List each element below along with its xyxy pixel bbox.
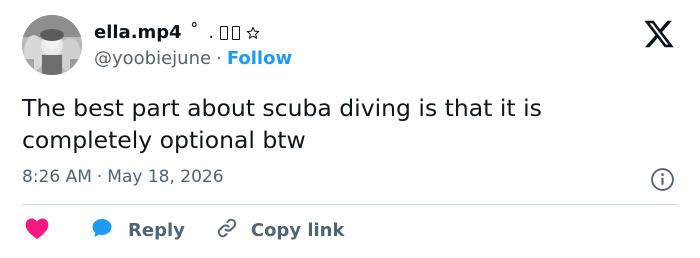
timestamp-separator: · [96,167,103,187]
heart-icon [24,216,50,244]
tweet-time: 8:26 AM [22,167,92,187]
tweet-timestamp[interactable]: 8:26 AM · May 18, 2026 [22,167,224,187]
author-handle[interactable]: @yoobiejune [94,48,211,69]
copy-link-button[interactable]: Copy link [215,216,345,244]
author-name-row: ella.mp4 ˚ . [94,22,260,43]
star-outline-icon [246,26,260,40]
avatar[interactable] [22,15,82,75]
unsupported-glyph-icon [232,25,241,40]
display-name[interactable]: ella.mp4 [94,22,182,43]
follow-button[interactable]: Follow [227,48,292,69]
like-button[interactable] [24,216,50,244]
handle-separator: · [216,48,222,69]
copy-link-label: Copy link [250,219,345,241]
reply-button[interactable]: Reply [90,216,185,244]
avatar-image [22,15,82,75]
divider [22,204,678,205]
action-bar: Reply Copy link [24,217,344,243]
x-logo-icon[interactable] [642,19,676,49]
name-decoration: ˚ . [189,22,217,43]
author-handle-row: @yoobiejune · Follow [94,48,292,69]
speech-bubble-icon [90,216,114,244]
reply-label: Reply [128,219,185,241]
tweet-text: The best part about scuba diving is that… [22,94,542,154]
unsupported-glyph-icon [220,25,229,40]
link-icon [215,216,239,244]
tweet-card: ella.mp4 ˚ . @yoobiejune · Follow The best… [0,0,700,258]
info-icon[interactable] [650,167,675,192]
tweet-date: May 18, 2026 [107,167,224,187]
